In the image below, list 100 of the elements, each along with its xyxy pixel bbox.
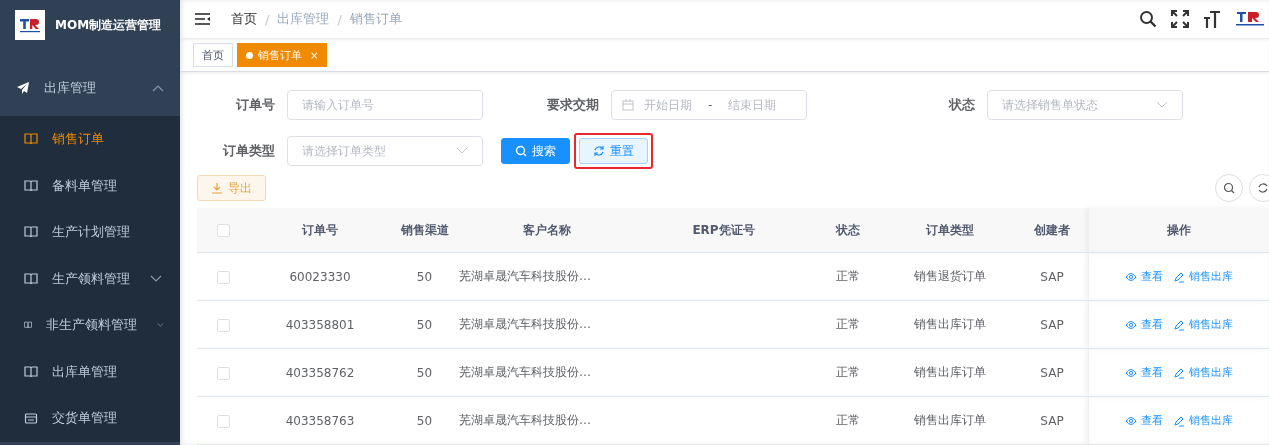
field-label: 订单类型 — [222, 142, 276, 160]
table-cell: 正常 — [812, 300, 884, 349]
search-icon — [515, 145, 527, 157]
table-cell: 403358801 — [249, 300, 391, 349]
column-header: 客户名称 — [458, 208, 635, 253]
table-cell: 销售退货订单 — [884, 252, 1016, 301]
table-cell: 正常 — [812, 348, 884, 397]
book-icon — [24, 365, 38, 378]
chevron-icon — [152, 84, 164, 92]
eye-icon — [1125, 415, 1137, 426]
field-label: 要求交期 — [546, 96, 600, 114]
column-header: 创建者 — [1016, 208, 1089, 253]
outbound-link[interactable]: 销售出库 — [1173, 365, 1233, 380]
outbound-link[interactable]: 销售出库 — [1173, 317, 1233, 332]
text-size-icon[interactable] — [1203, 10, 1221, 28]
table-cell: 403358763 — [249, 396, 391, 445]
paper-plane-icon — [16, 81, 30, 95]
outbound-link[interactable]: 销售出库 — [1173, 269, 1233, 284]
book-icon — [24, 272, 38, 285]
table-cell: SAP — [1016, 348, 1089, 397]
breadcrumb-item: 销售订单 — [349, 10, 402, 28]
calendar-icon — [622, 99, 634, 111]
end-date-placeholder: 结束日期 — [728, 96, 777, 114]
column-header: 订单类型 — [884, 208, 1016, 253]
submenu-item[interactable]: 生产计划管理 — [0, 209, 180, 256]
export-button[interactable]: 导出 — [197, 175, 266, 201]
eye-icon — [1125, 271, 1137, 282]
outbound-link[interactable]: 销售出库 — [1173, 413, 1233, 428]
reset-button[interactable]: 重置 — [579, 138, 648, 164]
field-label: 订单号 — [235, 96, 276, 114]
download-icon — [211, 182, 223, 194]
submenu-item[interactable]: 备料单管理 — [0, 162, 180, 209]
search-button[interactable]: 搜索 — [501, 138, 570, 164]
view-link[interactable]: 查看 — [1125, 317, 1163, 332]
refresh-icon — [593, 145, 605, 157]
date-range-field[interactable]: 开始日期 - 结束日期 — [611, 90, 807, 120]
checkbox[interactable] — [216, 270, 230, 284]
view-link[interactable]: 查看 — [1125, 269, 1163, 284]
table-cell: 正常 — [812, 396, 884, 445]
table-cell: 销售出库订单 — [884, 396, 1016, 445]
menu-icon[interactable] — [195, 13, 211, 25]
page-tab[interactable]: 销售订单 × — [237, 43, 328, 67]
breadcrumb-item: 出库管理 — [277, 10, 330, 28]
close-icon[interactable]: × — [310, 49, 319, 61]
app-title: MOM制造运营管理 — [55, 16, 162, 34]
breadcrumb-separator: / — [265, 11, 270, 27]
column-header: 销售渠道 — [391, 208, 458, 253]
status-select[interactable]: 请选择销售单状态 — [987, 90, 1183, 120]
pencil-icon — [1173, 414, 1185, 427]
table-cell: 50 — [391, 348, 458, 397]
active-dot-icon — [246, 51, 253, 59]
checkbox[interactable] — [216, 366, 230, 380]
table-cell: 正常 — [812, 252, 884, 301]
chevron-icon — [456, 147, 468, 155]
field-label: 状态 — [947, 96, 976, 114]
column-header: 状态 — [812, 208, 884, 253]
column-header: 操作 — [1088, 208, 1269, 253]
table-cell: 50 — [391, 396, 458, 445]
table-cell: SAP — [1016, 396, 1089, 445]
menu-item[interactable]: 出库管理 — [0, 60, 180, 116]
logo-icon — [15, 10, 45, 40]
view-link[interactable]: 查看 — [1125, 365, 1163, 380]
eye-icon — [1125, 367, 1137, 378]
range-separator: - — [707, 98, 714, 112]
pencil-icon — [1173, 270, 1185, 283]
table-cell: 50 — [391, 300, 458, 349]
calendar-icon — [24, 412, 38, 425]
book-icon — [24, 133, 38, 146]
table-cell: 60023330 — [249, 252, 391, 301]
table-cell: 芜湖卓晟汽车科技股份… — [458, 252, 635, 301]
checkbox[interactable] — [216, 224, 230, 237]
table-cell: 50 — [391, 252, 458, 301]
order-type-select[interactable]: 请选择订单类型 — [287, 136, 483, 166]
search-icon[interactable] — [1139, 10, 1157, 28]
eye-icon — [1125, 319, 1137, 330]
submenu-item[interactable]: 非生产领料管理 — [0, 302, 180, 349]
checkbox[interactable] — [216, 318, 230, 332]
start-date-placeholder: 开始日期 — [644, 96, 692, 114]
fullscreen-icon[interactable] — [1171, 10, 1189, 28]
pencil-icon — [1173, 366, 1185, 379]
table-cell: 销售出库订单 — [884, 348, 1016, 397]
checkbox[interactable] — [216, 414, 230, 428]
breadcrumb-separator: / — [337, 11, 342, 27]
order-number-field[interactable]: 请输入订单号 — [287, 90, 483, 120]
submenu-item[interactable]: 生产领料管理 — [0, 255, 180, 302]
submenu-item[interactable]: 销售订单 — [0, 116, 180, 163]
breadcrumb-item[interactable]: 首页 — [231, 10, 257, 28]
table-cell: 芜湖卓晟汽车科技股份… — [458, 348, 635, 397]
table-cell: 芜湖卓晟汽车科技股份… — [458, 396, 635, 445]
column-header: 订单号 — [249, 208, 391, 253]
page-tab[interactable]: 首页 — [193, 43, 233, 67]
submenu-item[interactable]: 出库单管理 — [0, 348, 180, 395]
pencil-icon — [1173, 318, 1185, 331]
table-cell: SAP — [1016, 252, 1089, 301]
table-cell: SAP — [1016, 300, 1089, 349]
table-cell: 芜湖卓晟汽车科技股份… — [458, 300, 635, 349]
view-link[interactable]: 查看 — [1125, 413, 1163, 428]
refresh-icon — [1257, 182, 1269, 194]
book-icon — [24, 226, 38, 239]
submenu-item[interactable]: 交货单管理 — [0, 395, 180, 442]
